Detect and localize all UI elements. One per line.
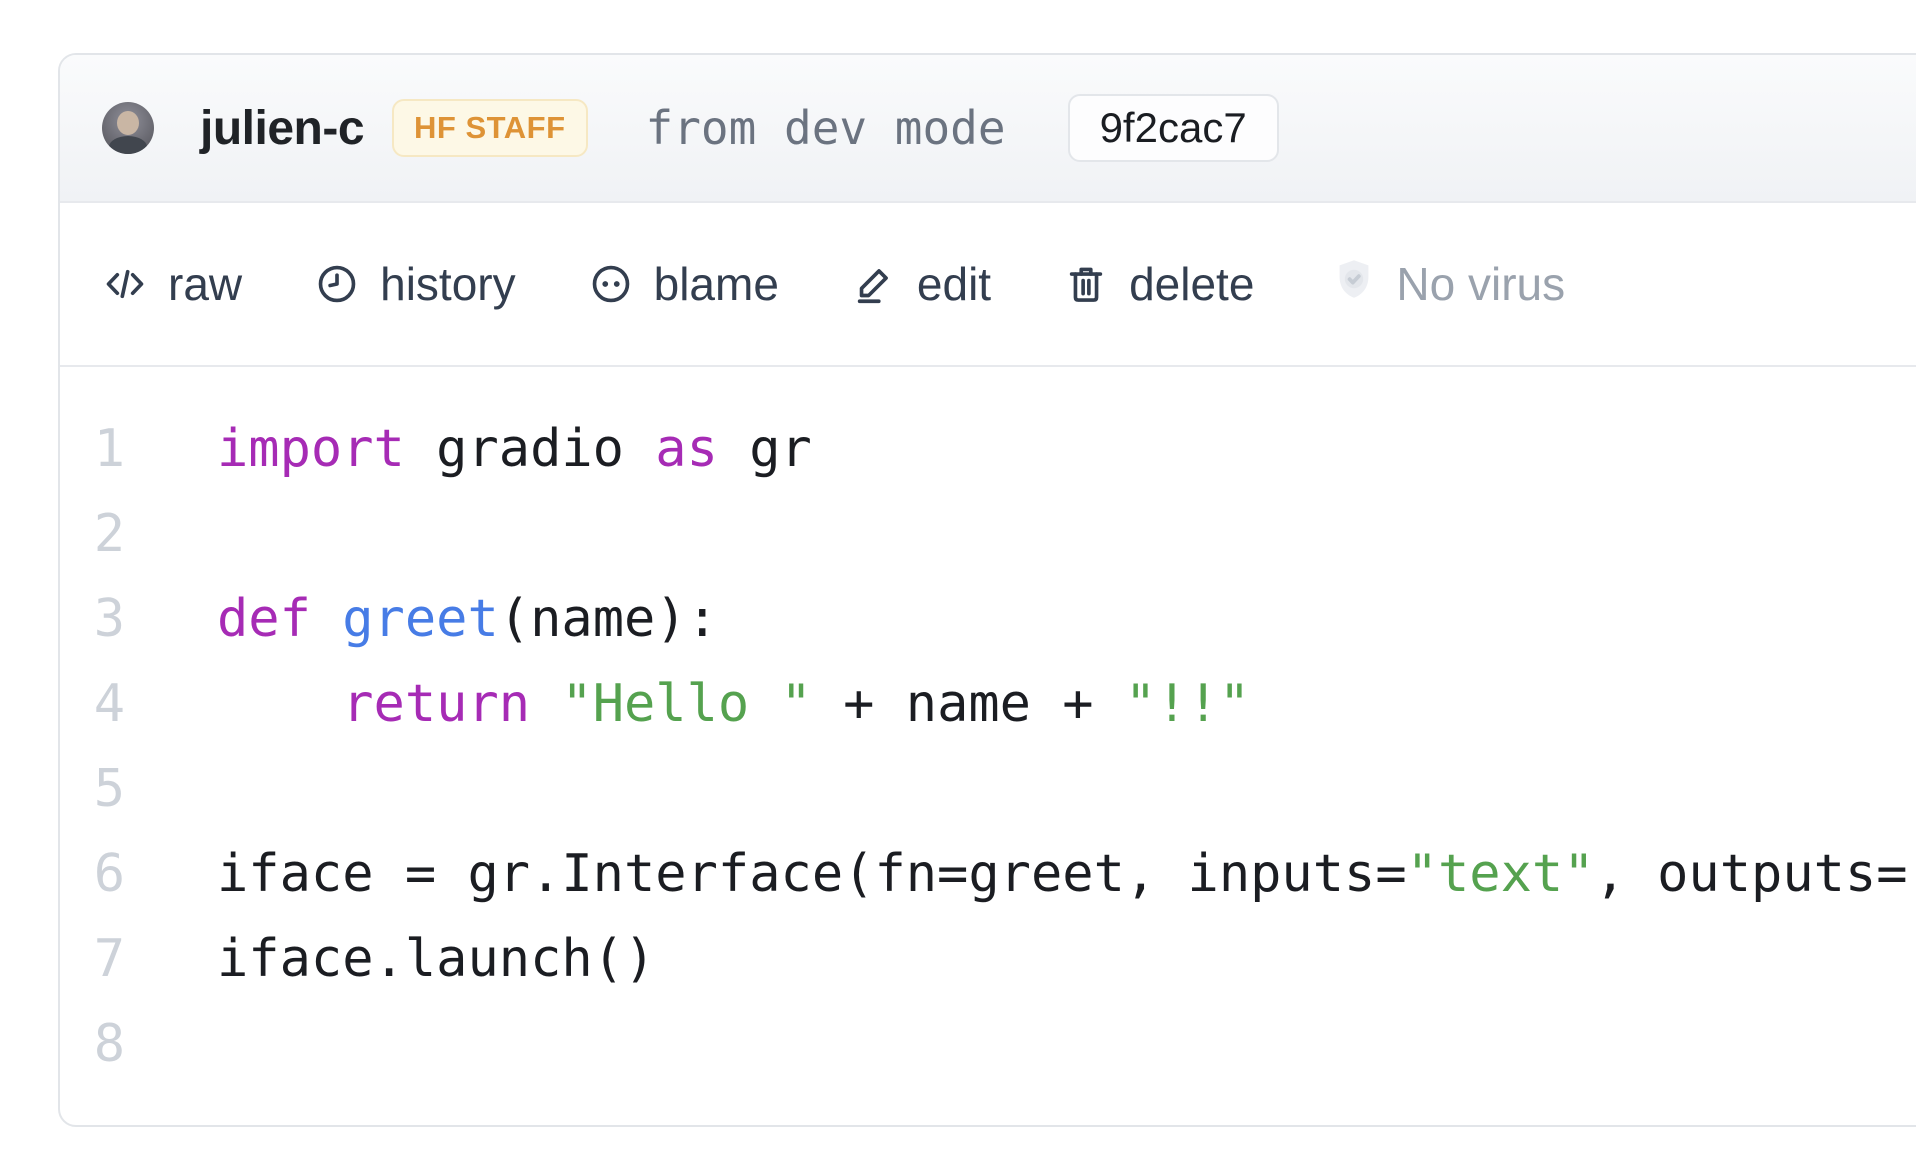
- line-number[interactable]: 8: [60, 1002, 125, 1087]
- raw-button[interactable]: raw: [102, 257, 242, 311]
- avatar[interactable]: [102, 102, 154, 154]
- edit-icon: [851, 261, 897, 307]
- code-line: 8: [60, 1002, 1916, 1087]
- code-line: 7 iface.launch(): [60, 917, 1916, 1002]
- history-label: history: [380, 257, 515, 311]
- line-number[interactable]: 2: [60, 492, 125, 577]
- file-toolbar: raw history blame: [60, 203, 1916, 367]
- code-line-content: iface.launch(): [217, 917, 655, 1002]
- code-viewer: 1 import gradio as gr 23 def greet(name):4 …: [60, 367, 1916, 1087]
- shield-check-icon: [1330, 255, 1378, 314]
- edit-button[interactable]: edit: [851, 257, 991, 311]
- code-line: 3 def greet(name):: [60, 577, 1916, 662]
- delete-button[interactable]: delete: [1063, 257, 1254, 311]
- file-viewer-card: julien-c HF STAFF from dev mode 9f2cac7 …: [58, 53, 1916, 1127]
- line-number[interactable]: 4: [60, 662, 125, 747]
- virus-status: No virus: [1330, 255, 1565, 314]
- code-line-content: return "Hello " + name + "!!": [217, 662, 1250, 747]
- code-icon: [102, 261, 148, 307]
- code-line: 4 return "Hello " + name + "!!": [60, 662, 1916, 747]
- commit-header: julien-c HF STAFF from dev mode 9f2cac7: [60, 55, 1916, 203]
- code-line: 5: [60, 747, 1916, 832]
- staff-badge: HF STAFF: [392, 99, 588, 157]
- history-icon: [314, 261, 360, 307]
- code-line: 1 import gradio as gr: [60, 407, 1916, 492]
- line-number[interactable]: 5: [60, 747, 125, 832]
- code-line: 6 iface = gr.Interface(fn=greet, inputs="…: [60, 832, 1916, 917]
- raw-label: raw: [168, 257, 242, 311]
- blame-icon: [588, 261, 634, 307]
- line-number[interactable]: 7: [60, 917, 125, 1002]
- delete-label: delete: [1129, 257, 1254, 311]
- virus-status-label: No virus: [1396, 257, 1565, 311]
- delete-icon: [1063, 261, 1109, 307]
- blame-button[interactable]: blame: [588, 257, 779, 311]
- code-line-content: iface = gr.Interface(fn=greet, inputs="t…: [217, 832, 1916, 917]
- blame-label: blame: [654, 257, 779, 311]
- commit-message-link[interactable]: from dev mode: [646, 101, 1006, 155]
- line-number[interactable]: 6: [60, 832, 125, 917]
- code-line: 2: [60, 492, 1916, 577]
- history-button[interactable]: history: [314, 257, 515, 311]
- code-line-content: def greet(name):: [217, 577, 718, 662]
- username-link[interactable]: julien-c: [200, 101, 364, 156]
- commit-hash-button[interactable]: 9f2cac7: [1068, 94, 1279, 162]
- code-lines: 1 import gradio as gr 23 def greet(name):4 …: [60, 407, 1916, 1087]
- edit-label: edit: [917, 257, 991, 311]
- line-number[interactable]: 3: [60, 577, 125, 662]
- line-number[interactable]: 1: [60, 407, 125, 492]
- code-line-content: import gradio as gr: [217, 407, 812, 492]
